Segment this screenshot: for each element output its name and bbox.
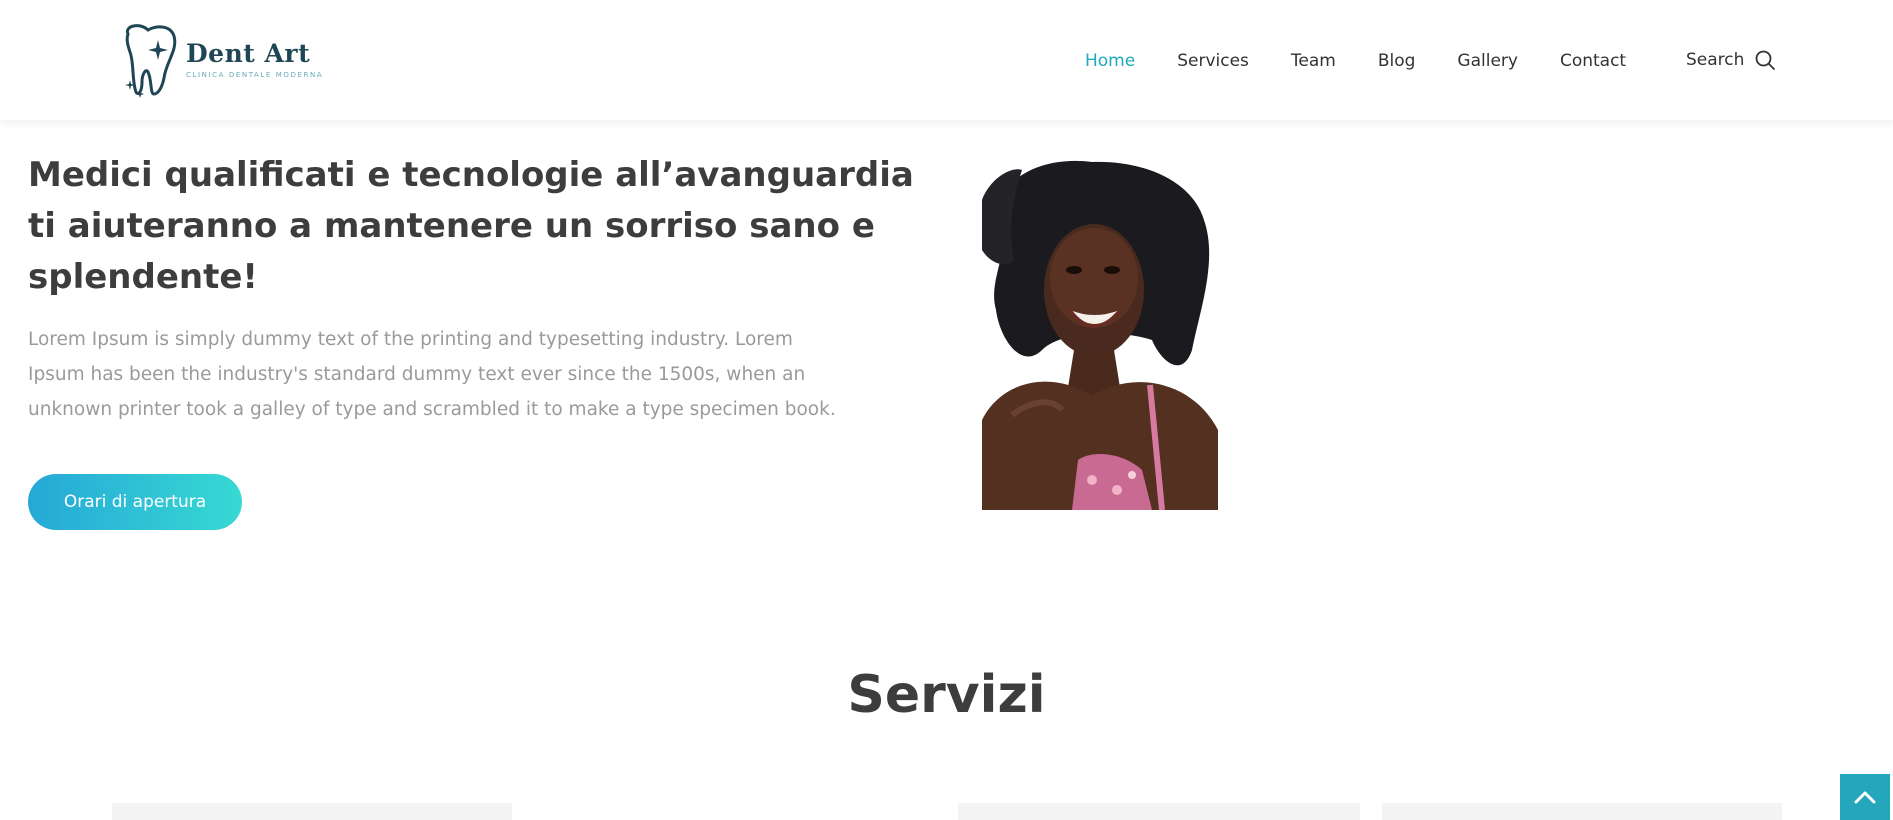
back-to-top-button[interactable] xyxy=(1840,774,1890,820)
nav-item-blog[interactable]: Blog xyxy=(1378,49,1416,73)
service-card[interactable] xyxy=(958,803,1360,820)
tooth-logo-icon xyxy=(125,24,177,98)
service-card[interactable] xyxy=(1382,803,1782,820)
service-card[interactable] xyxy=(112,803,512,820)
chevron-up-icon xyxy=(1854,791,1876,804)
hero-title: Medici qualificati e tecnologie all’avan… xyxy=(28,155,914,297)
nav-item-team[interactable]: Team xyxy=(1291,49,1336,73)
hero-description: Lorem Ipsum is simply dummy text of the … xyxy=(28,329,836,420)
main-nav: Home Services Team Blog Gallery Contact xyxy=(1085,49,1668,73)
brand-name: Dent Art xyxy=(186,39,311,68)
search-label: Search xyxy=(1686,50,1745,70)
services-heading: Servizi xyxy=(847,665,1046,725)
nav-item-home[interactable]: Home xyxy=(1085,49,1135,73)
nav-item-gallery[interactable]: Gallery xyxy=(1457,49,1518,73)
nav-item-services[interactable]: Services xyxy=(1177,49,1249,73)
nav-item-contact[interactable]: Contact xyxy=(1560,49,1626,73)
site-header: Dent Art CLINICA DENTALE MODERNA Home Se… xyxy=(0,0,1893,120)
site-logo[interactable]: Dent Art CLINICA DENTALE MODERNA xyxy=(120,22,330,98)
search-icon xyxy=(1756,50,1776,70)
hero-photo xyxy=(982,160,1218,510)
opening-hours-button[interactable]: Orari di apertura xyxy=(28,474,242,530)
search-button[interactable]: Search xyxy=(1686,49,1776,71)
brand-tagline: CLINICA DENTALE MODERNA xyxy=(186,71,324,79)
